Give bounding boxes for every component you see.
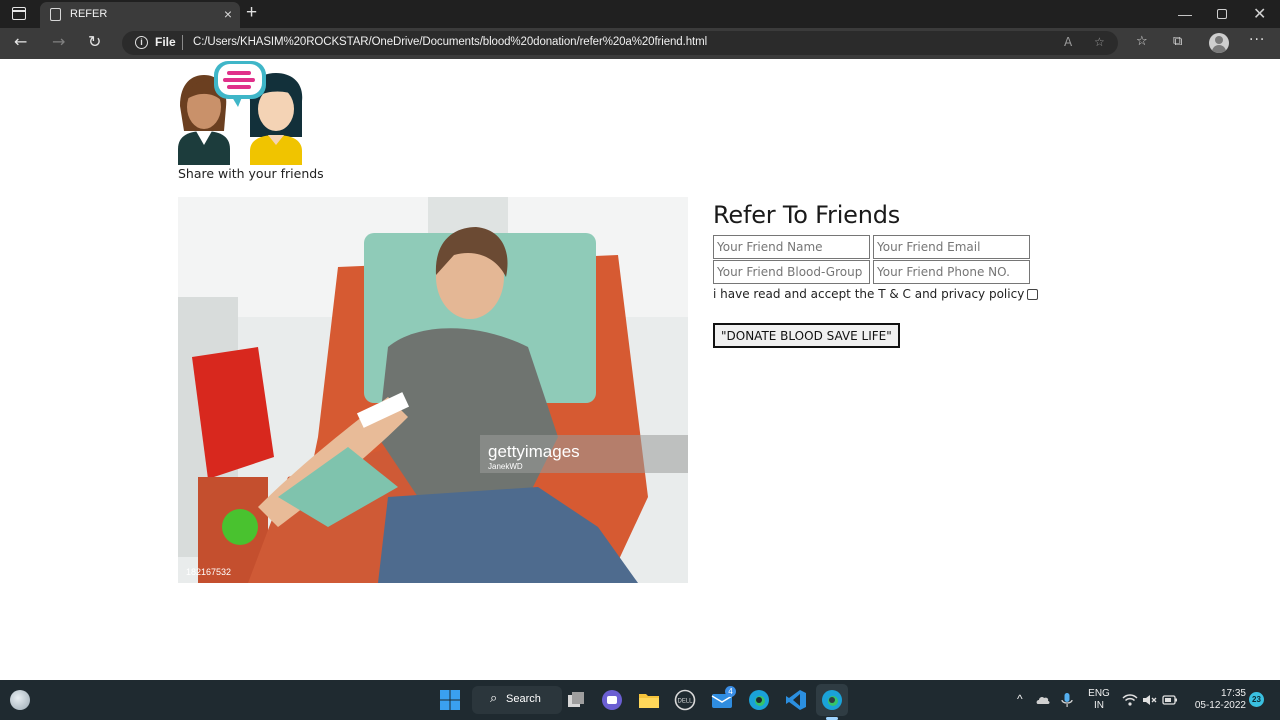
language-line1: ENG: [1088, 688, 1110, 699]
taskbar-search-button[interactable]: ⌕ Search: [472, 686, 562, 714]
svg-text:DELL: DELL: [677, 699, 693, 705]
start-menu-icon[interactable]: [439, 689, 461, 711]
share-caption: Share with your friends: [178, 166, 324, 181]
clock[interactable]: 17:35 05-12-2022: [1186, 688, 1246, 712]
edge-active-icon[interactable]: [821, 689, 843, 711]
photo-credit: JanekWD: [488, 462, 523, 471]
battery-icon[interactable]: [1162, 692, 1178, 708]
dell-icon[interactable]: DELL: [674, 689, 696, 711]
weather-widget-icon[interactable]: [10, 690, 30, 710]
address-bar[interactable]: i File C:/Users/KHASIM%20ROCKSTAR/OneDri…: [122, 31, 1118, 55]
donate-submit-button[interactable]: "DONATE BLOOD SAVE LIFE": [713, 323, 900, 348]
url-text[interactable]: C:/Users/KHASIM%20ROCKSTAR/OneDrive/Docu…: [193, 36, 707, 48]
page-viewport: Share with your friends gettyimages Jane…: [0, 59, 1280, 680]
page-favicon-icon: [50, 8, 61, 21]
friend-phone-input[interactable]: [873, 260, 1030, 284]
search-label: Search: [506, 693, 541, 705]
mail-badge: 4: [725, 686, 736, 697]
back-button[interactable]: ←: [14, 32, 27, 52]
terms-label: i have read and accept the T & C and pri…: [713, 287, 1025, 301]
refer-form: Refer To Friends i have read and accept …: [713, 197, 1133, 348]
profile-avatar[interactable]: [1209, 33, 1229, 53]
site-info-icon[interactable]: i: [135, 36, 148, 49]
address-scheme-label: File: [155, 35, 176, 49]
add-favorite-icon[interactable]: ☆: [1094, 35, 1105, 49]
onedrive-icon[interactable]: [1035, 692, 1051, 708]
address-separator: [182, 35, 183, 50]
wifi-icon[interactable]: [1122, 692, 1138, 708]
language-indicator[interactable]: ENG IN: [1086, 688, 1112, 712]
favorites-icon[interactable]: ☆: [1136, 34, 1148, 49]
microphone-icon[interactable]: [1060, 692, 1074, 708]
terms-row: i have read and accept the T & C and pri…: [713, 287, 1133, 301]
refresh-button[interactable]: ↻: [88, 32, 101, 52]
forward-button[interactable]: →: [52, 32, 65, 52]
friend-email-input[interactable]: [873, 235, 1030, 259]
form-fields: [713, 235, 1133, 284]
tab-actions-icon[interactable]: [12, 7, 26, 20]
vscode-icon[interactable]: [785, 689, 807, 711]
volume-muted-icon[interactable]: [1142, 692, 1158, 708]
teams-chat-icon[interactable]: [601, 689, 623, 711]
edge-icon[interactable]: [748, 689, 770, 711]
file-explorer-icon[interactable]: [638, 689, 660, 711]
close-window-button[interactable]: ✕: [1253, 4, 1266, 24]
clock-time: 17:35: [1220, 688, 1246, 699]
search-icon: ⌕: [490, 691, 498, 706]
language-line2: IN: [1094, 700, 1104, 711]
friend-name-input[interactable]: [713, 235, 870, 259]
tab-close-icon[interactable]: ×: [224, 6, 232, 22]
page-title: Refer To Friends: [713, 201, 901, 229]
notification-badge[interactable]: 23: [1249, 692, 1264, 707]
clock-date: 05-12-2022: [1194, 700, 1246, 711]
maximize-button[interactable]: [1217, 9, 1227, 19]
tray-overflow-icon[interactable]: ^: [1017, 693, 1023, 705]
terms-checkbox[interactable]: [1027, 288, 1039, 300]
refer-friends-icon: [178, 61, 303, 165]
tab-title: REFER: [70, 8, 108, 20]
friend-blood-group-input[interactable]: [713, 260, 870, 284]
photo-watermark: gettyimages: [488, 442, 580, 461]
blood-donation-photo: gettyimages JanekWD 182167532: [178, 197, 688, 583]
new-tab-button[interactable]: +: [246, 3, 257, 23]
read-aloud-icon[interactable]: A: [1064, 35, 1072, 49]
browser-toolbar: ← → ↻ i File C:/Users/KHASIM%20ROCKSTAR/…: [0, 28, 1280, 59]
task-view-icon[interactable]: [565, 689, 587, 711]
windows-taskbar: ⌕ Search DELL ^ ENG IN 17:35 05-12-2022: [0, 680, 1280, 720]
minimize-button[interactable]: —: [1178, 6, 1192, 22]
collections-icon[interactable]: ⧉: [1173, 34, 1182, 49]
tab-refer[interactable]: REFER ×: [40, 2, 240, 28]
photo-id: 182167532: [186, 567, 231, 577]
more-options-icon[interactable]: ···: [1249, 32, 1265, 48]
browser-titlebar: REFER × + — ✕: [0, 0, 1280, 28]
